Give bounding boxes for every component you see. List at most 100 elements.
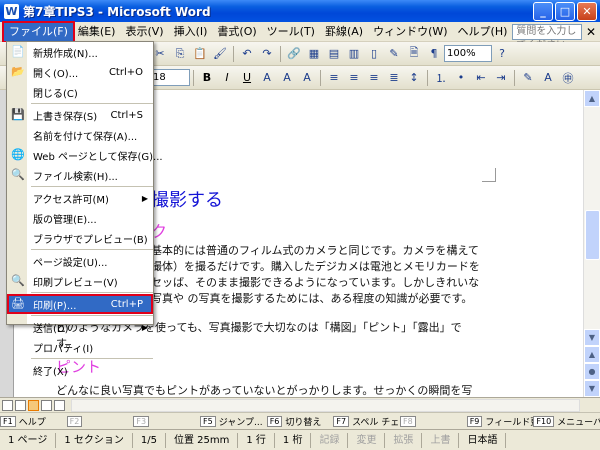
file-menu-item[interactable]: 🔍 ファイル検索(H)... [7, 165, 153, 185]
file-menu-item[interactable]: 💾 上書き保存(S) Ctrl+S [7, 105, 153, 125]
menu-item-icon: 🌐 [11, 148, 25, 161]
menu-help[interactable]: ヘルプ(H) [453, 23, 513, 41]
italic-button[interactable]: I [218, 69, 236, 87]
columns-icon[interactable]: ▯ [365, 45, 383, 63]
fkey-button[interactable]: F10メニューバーに [533, 414, 600, 429]
file-menu-item[interactable]: 版の管理(E)... [7, 208, 153, 228]
char-border-icon[interactable]: A [258, 69, 276, 87]
file-menu-item[interactable]: 🔍 印刷プレビュー(V) [7, 271, 153, 291]
menu-window[interactable]: ウィンドウ(W) [368, 23, 452, 41]
outline-view-icon[interactable] [41, 399, 52, 411]
bold-button[interactable]: B [198, 69, 216, 87]
enclose-char-icon[interactable]: ㊥ [559, 69, 577, 87]
file-menu-item[interactable]: 終了(X) [7, 360, 153, 380]
normal-view-icon[interactable] [2, 399, 13, 411]
horizontal-scrollbar[interactable] [71, 398, 580, 412]
menu-view[interactable]: 表示(V) [120, 23, 168, 41]
file-menu-item[interactable]: アクセス許可(M) ▶ [7, 188, 153, 208]
fkey-button[interactable]: F6 切り替え [266, 414, 334, 429]
copy-icon[interactable]: ⎘ [171, 45, 189, 63]
scroll-down-icon[interactable]: ▼ [584, 329, 600, 346]
show-hide-icon[interactable]: ¶ [425, 45, 443, 63]
menu-item-icon [11, 85, 24, 98]
hyperlink-icon[interactable]: 🔗 [285, 45, 303, 63]
status-rec[interactable]: 記録 [311, 432, 349, 448]
fkey-number: F9 [466, 415, 483, 427]
drawing-icon[interactable]: ✎ [385, 45, 403, 63]
file-menu-item[interactable]: 📂 開く(O)... Ctrl+O [7, 62, 153, 82]
status-ext[interactable]: 拡張 [385, 432, 423, 448]
print-layout-icon[interactable] [28, 399, 39, 411]
undo-icon[interactable]: ↶ [238, 45, 256, 63]
excel-icon[interactable]: ▥ [345, 45, 363, 63]
fkey-button[interactable]: F9フィールド更新 [466, 414, 533, 429]
scroll-thumb[interactable] [585, 210, 600, 260]
align-center-icon[interactable]: ≡ [345, 69, 363, 87]
file-menu-item[interactable]: 名前を付けて保存(A)... [7, 125, 153, 145]
status-bar: 1 ページ 1 セクション 1/5 位置 25mm 1 行 1 桁 記録 変更 … [0, 429, 600, 450]
menu-item-icon [11, 320, 24, 333]
menu-format[interactable]: 書式(O) [212, 23, 261, 41]
tables-icon[interactable]: ▦ [305, 45, 323, 63]
fkey-number: F7 [333, 415, 350, 427]
help-icon[interactable]: ? [493, 45, 511, 63]
format-painter-icon[interactable]: 🖌 [211, 45, 229, 63]
char-scale-icon[interactable]: A [298, 69, 316, 87]
paste-icon[interactable]: 📋 [191, 45, 209, 63]
justify-icon[interactable]: ≣ [385, 69, 403, 87]
file-menu-item[interactable]: ページ設定(U)... [7, 251, 153, 271]
file-menu-item[interactable]: ブラウザでプレビュー(B) [7, 228, 153, 248]
bullets-icon[interactable]: • [452, 69, 470, 87]
doc-close-icon[interactable]: ✕ [586, 25, 596, 39]
underline-button[interactable]: U [238, 69, 256, 87]
zoom-select[interactable]: 100% [444, 45, 492, 62]
status-ovr[interactable]: 上書 [422, 432, 460, 448]
decrease-indent-icon[interactable]: ⇤ [472, 69, 490, 87]
line-spacing-icon[interactable]: ↕ [405, 69, 423, 87]
increase-indent-icon[interactable]: ⇥ [492, 69, 510, 87]
file-menu-item[interactable]: 送信(D) ▶ [7, 317, 153, 337]
fkey-button[interactable]: F2 [66, 414, 134, 429]
file-menu-item[interactable]: 🌐 Web ページとして保存(G)... [7, 145, 163, 165]
redo-icon[interactable]: ↷ [258, 45, 276, 63]
menu-file[interactable]: ファイル(F) [2, 20, 75, 43]
fkey-button[interactable]: F3 [133, 414, 200, 429]
file-menu-item[interactable]: 🖨 印刷(P)... Ctrl+P [7, 294, 153, 314]
word-app-icon[interactable]: W [4, 3, 19, 19]
menu-edit[interactable]: 編集(E) [73, 23, 121, 41]
menu-insert[interactable]: 挿入(I) [169, 23, 213, 41]
prev-page-icon[interactable]: ▲ [584, 346, 600, 363]
browse-object-icon[interactable]: ● [584, 363, 600, 380]
menu-tools[interactable]: ツール(T) [262, 23, 320, 41]
vertical-scrollbar[interactable]: ▲ ▼ ▲ ● ▼ [583, 90, 600, 397]
menu-item-label: 開く(O)... [33, 68, 79, 80]
fkey-button[interactable]: F5 ジャンプ... [200, 414, 267, 429]
status-trk[interactable]: 変更 [348, 432, 386, 448]
fkey-button[interactable]: F8 [400, 414, 467, 429]
minimize-button[interactable]: _ [533, 1, 553, 21]
fkey-button[interactable]: F7スペル チェック... [333, 414, 400, 429]
align-left-icon[interactable]: ≡ [325, 69, 343, 87]
next-page-icon[interactable]: ▼ [584, 380, 600, 397]
numbering-icon[interactable]: ⒈ [432, 69, 450, 87]
menu-table[interactable]: 罫線(A) [320, 23, 368, 41]
file-menu-item[interactable]: 閉じる(C) [7, 82, 153, 102]
scroll-up-icon[interactable]: ▲ [584, 90, 600, 107]
web-layout-icon[interactable] [15, 399, 26, 411]
font-size-select[interactable]: 18 [150, 69, 190, 86]
file-menu-item[interactable]: プロパティ(I) [7, 337, 153, 357]
close-button[interactable]: ✕ [577, 1, 597, 21]
menu-item-icon: 📄 [11, 45, 25, 58]
char-shading-icon[interactable]: A [278, 69, 296, 87]
help-search-input[interactable]: 質問を入力してください [512, 23, 582, 51]
maximize-button[interactable]: □ [555, 1, 575, 21]
menu-separator [31, 358, 153, 359]
insert-table-icon[interactable]: ▤ [325, 45, 343, 63]
file-menu-item[interactable]: 📄 新規作成(N)... [7, 42, 153, 62]
align-right-icon[interactable]: ≡ [365, 69, 383, 87]
highlight-icon[interactable]: ✎ [519, 69, 537, 87]
reading-layout-icon[interactable] [54, 399, 65, 411]
document-map-icon[interactable]: 🗎 [405, 45, 423, 63]
font-color-icon[interactable]: A [539, 69, 557, 87]
fkey-button[interactable]: F1 ヘルプ [0, 414, 67, 429]
